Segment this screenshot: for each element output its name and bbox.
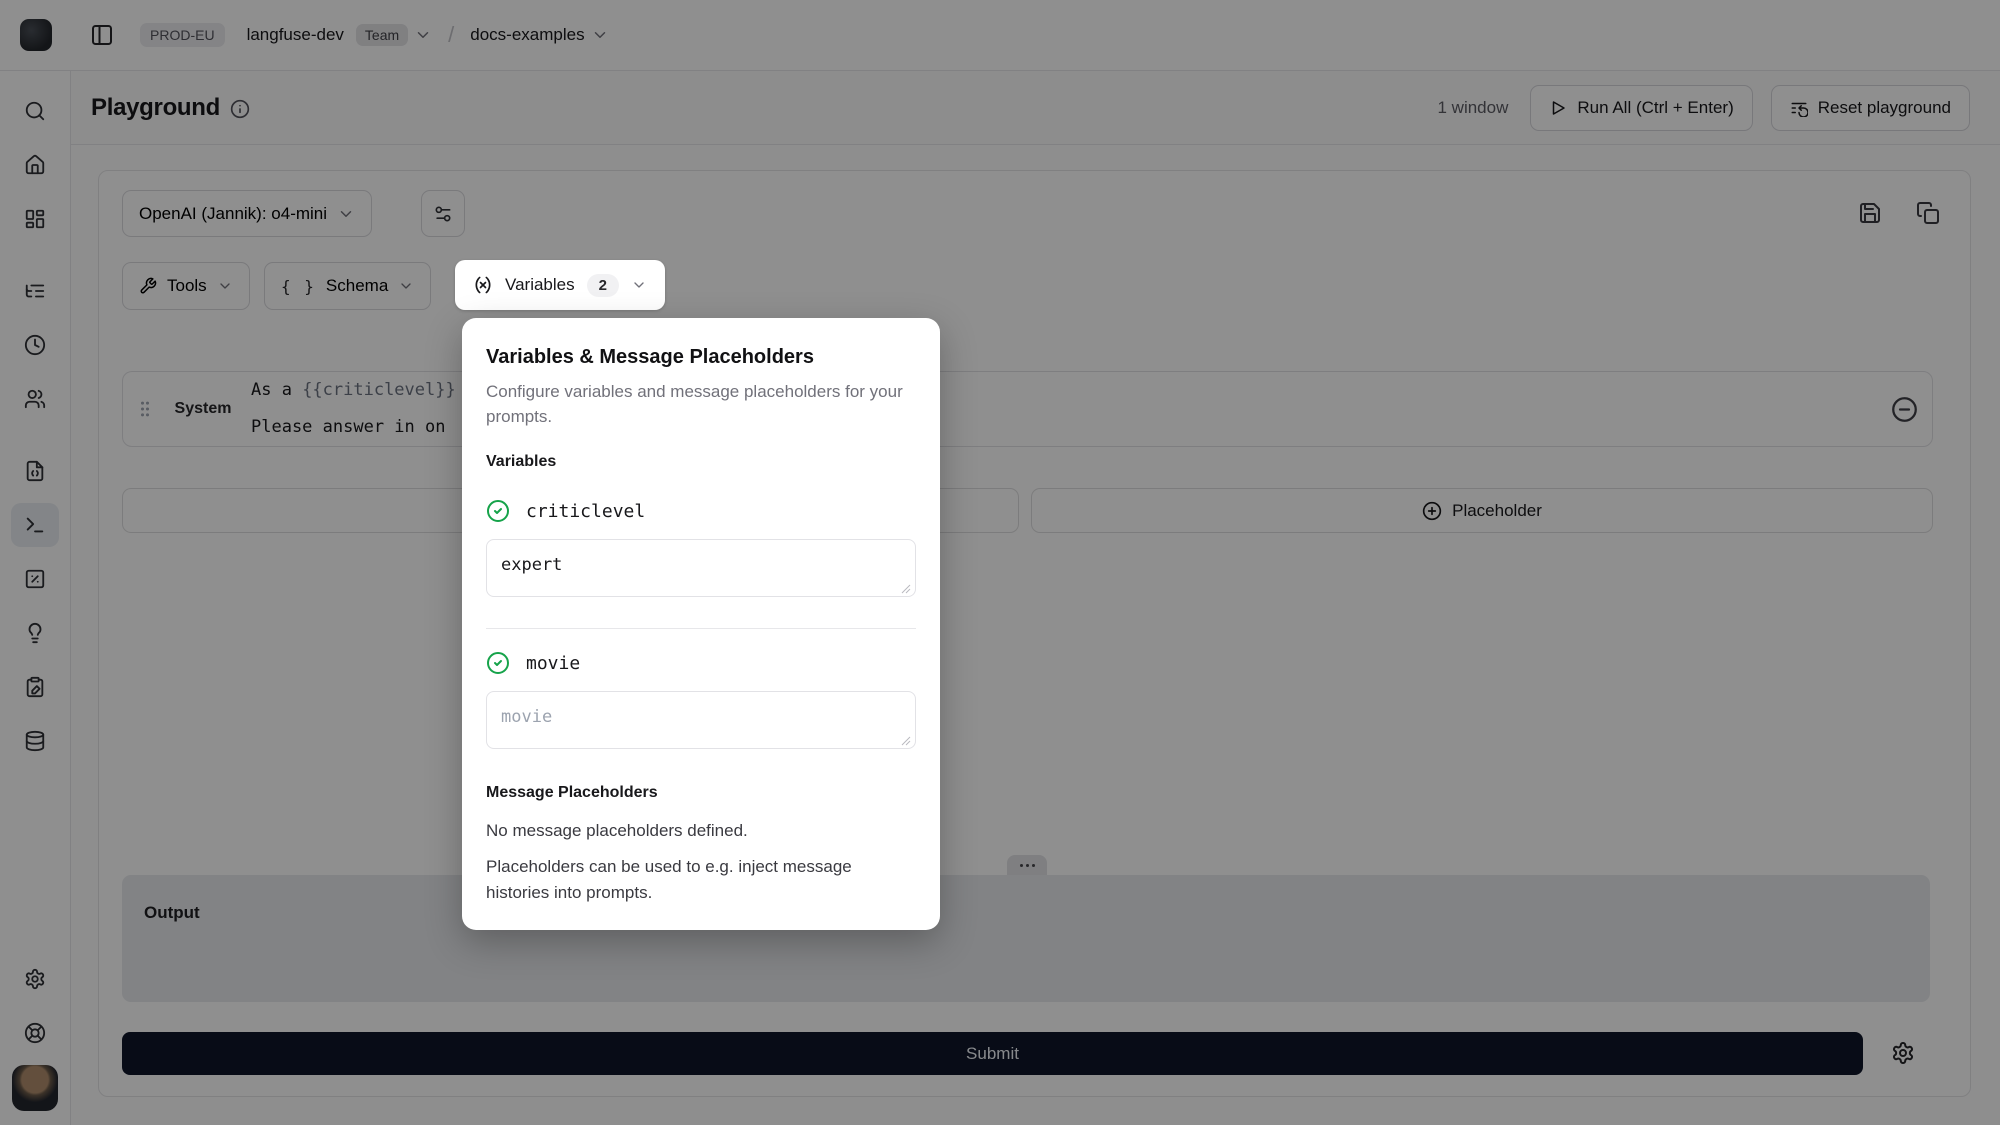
variables-heading: Variables [486, 453, 916, 471]
placeholders-empty-text: No message placeholders defined. [486, 818, 916, 844]
variables-count-badge: 2 [587, 274, 619, 297]
check-circle-icon [486, 499, 510, 523]
divider [486, 628, 916, 629]
variable-value-input[interactable]: expert [486, 539, 916, 597]
variable-value-input[interactable] [486, 691, 916, 749]
dim-overlay [0, 0, 2000, 1125]
variable-row: movie [486, 651, 916, 675]
placeholders-heading: Message Placeholders [486, 784, 916, 802]
popover-description: Configure variables and message placehol… [486, 379, 916, 429]
variable-icon [473, 275, 493, 295]
check-circle-icon [486, 651, 510, 675]
chevron-down-icon [631, 277, 647, 293]
variable-name: movie [526, 653, 580, 674]
variables-popover: Variables & Message Placeholders Configu… [462, 318, 940, 930]
popover-title: Variables & Message Placeholders [486, 346, 916, 369]
variable-name: criticlevel [526, 501, 645, 522]
variable-row: criticlevel [486, 499, 916, 523]
placeholders-hint-text: Placeholders can be used to e.g. inject … [486, 854, 916, 906]
variables-dropdown[interactable]: Variables 2 [455, 260, 665, 310]
variables-label: Variables [505, 275, 575, 295]
